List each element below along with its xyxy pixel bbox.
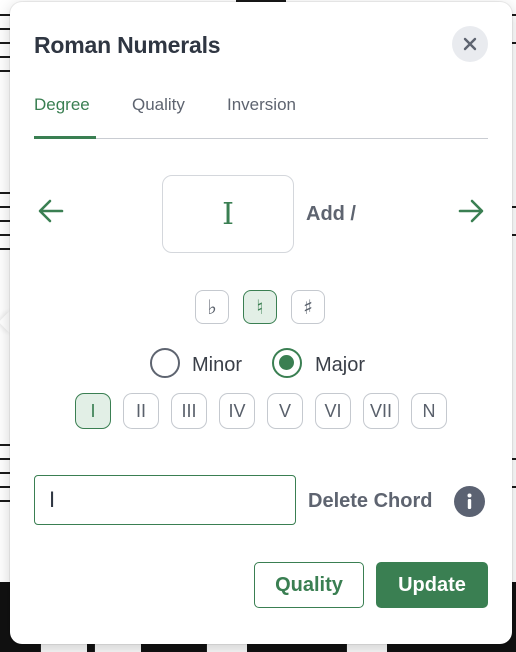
update-button[interactable]: Update [376, 562, 488, 608]
degree-button-iv[interactable]: IV [219, 393, 255, 429]
close-button[interactable] [452, 26, 488, 62]
degree-button-iii[interactable]: III [171, 393, 207, 429]
active-tab-indicator [34, 136, 96, 139]
add-slash-button[interactable]: Add / [306, 203, 356, 226]
delete-chord-button[interactable]: Delete Chord [308, 490, 432, 513]
info-button[interactable] [454, 486, 485, 517]
major-radio[interactable] [272, 348, 302, 378]
close-icon [463, 37, 477, 51]
minor-radio[interactable] [150, 348, 180, 378]
degree-button-n[interactable]: N [411, 393, 447, 429]
tab-degree[interactable]: Degree [34, 94, 90, 138]
degree-button-i[interactable]: I [75, 393, 111, 429]
tab-quality[interactable]: Quality [132, 94, 185, 138]
degree-button-vii[interactable]: VII [363, 393, 399, 429]
info-icon [467, 493, 472, 509]
previous-button[interactable] [36, 196, 66, 226]
arrow-left-icon [38, 199, 64, 223]
degree-button-ii[interactable]: II [123, 393, 159, 429]
tab-inversion[interactable]: Inversion [227, 94, 296, 138]
roman-numerals-dialog: Roman Numerals Degree Quality Inversion … [10, 2, 512, 644]
major-label[interactable]: Major [315, 354, 365, 377]
chord-text-input[interactable] [34, 475, 296, 525]
next-button[interactable] [456, 196, 486, 226]
sharp-button[interactable]: ♯ [291, 290, 325, 324]
minor-label[interactable]: Minor [192, 354, 242, 377]
degree-button-v[interactable]: V [267, 393, 303, 429]
dialog-title: Roman Numerals [34, 32, 221, 58]
degree-button-vi[interactable]: VI [315, 393, 351, 429]
current-numeral-display: I [162, 175, 294, 253]
tab-bar: Degree Quality Inversion [34, 94, 488, 139]
quality-button[interactable]: Quality [254, 562, 364, 608]
flat-button[interactable]: ♭ [195, 290, 229, 324]
arrow-right-icon [458, 199, 484, 223]
natural-button[interactable]: ♮ [243, 290, 277, 324]
